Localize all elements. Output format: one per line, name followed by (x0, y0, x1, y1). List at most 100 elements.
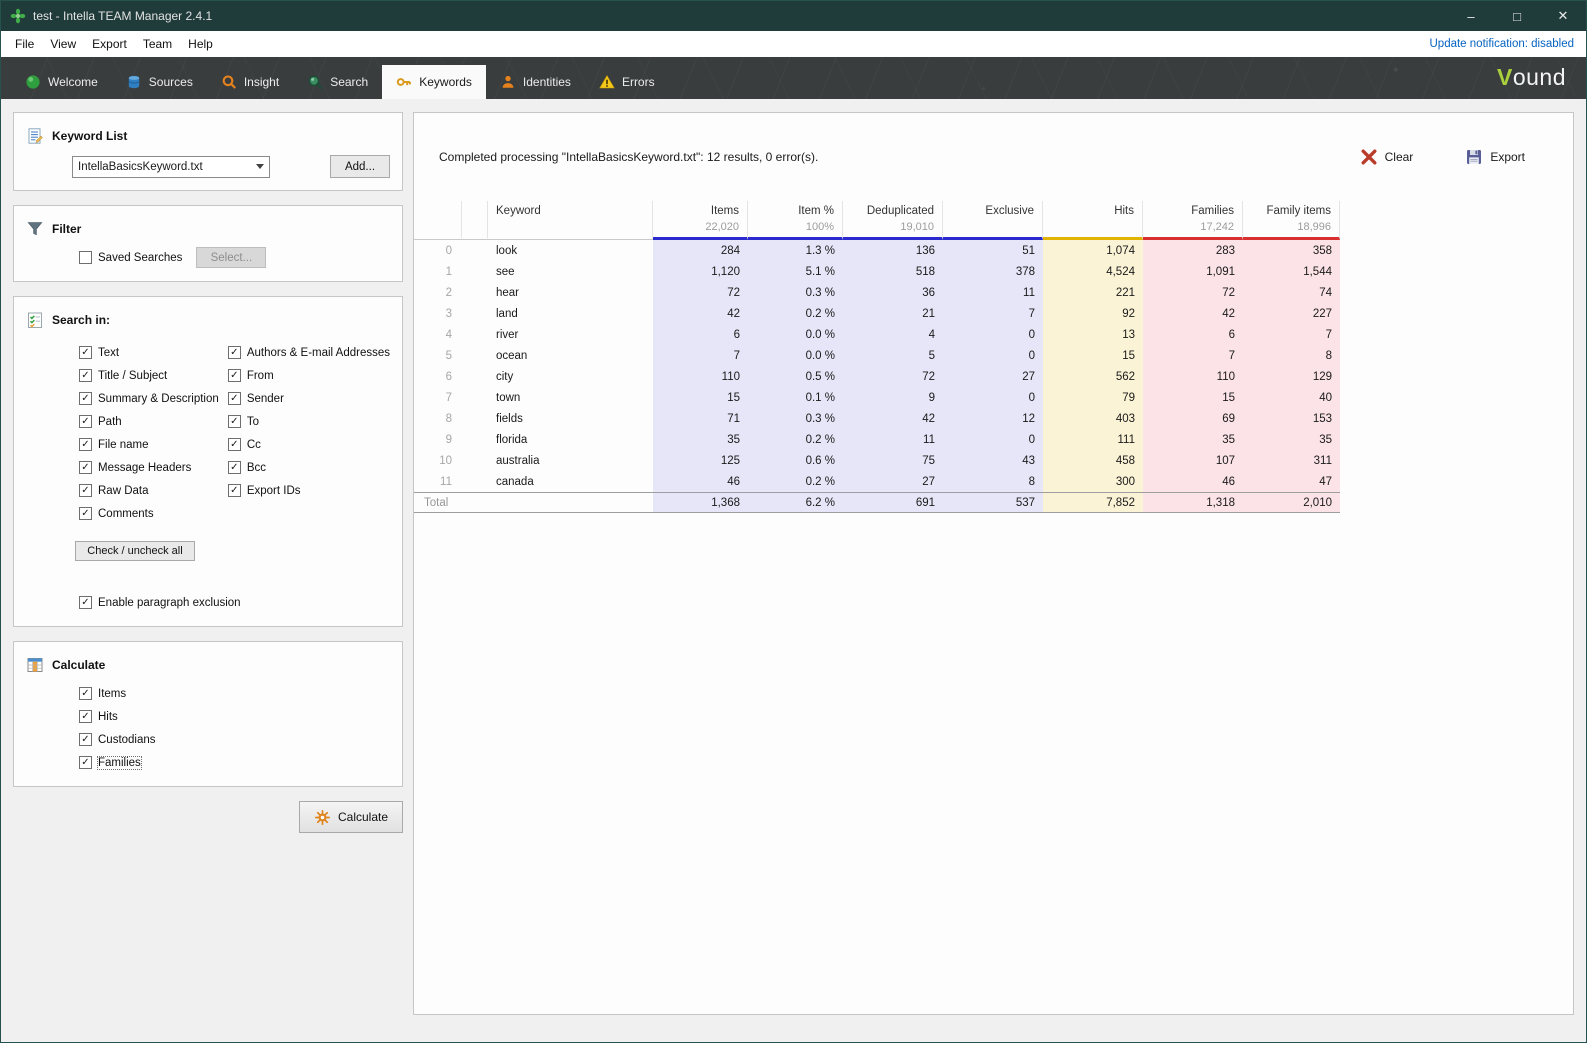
checkbox-comments[interactable]: ✓Comments (79, 502, 228, 525)
menu-file[interactable]: File (7, 33, 42, 55)
table-row-australia[interactable]: 10australia1250.6 %7543458107311 (414, 450, 1340, 471)
checkbox-box[interactable]: ✓ (79, 346, 92, 359)
table-row-fields[interactable]: 8fields710.3 %421240369153 (414, 408, 1340, 429)
cell-exclusive: 11 (943, 282, 1043, 303)
clear-icon (1360, 148, 1378, 166)
checkbox-summary-description[interactable]: ✓Summary & Description (79, 387, 228, 410)
tab-errors[interactable]: Errors (585, 65, 669, 99)
clear-button[interactable]: Clear (1360, 148, 1414, 166)
column-header-exclusive[interactable]: Exclusive (943, 201, 1043, 240)
check-uncheck-all-button[interactable]: Check / uncheck all (75, 541, 195, 561)
checkbox-path[interactable]: ✓Path (79, 410, 228, 433)
checkbox-to[interactable]: ✓To (228, 410, 390, 433)
checkbox-raw-data[interactable]: ✓Raw Data (79, 479, 228, 502)
calculate-button[interactable]: Calculate (299, 801, 403, 833)
checkbox-box[interactable]: ✓ (228, 438, 241, 451)
table-row-hear[interactable]: 2hear720.3 %36112217274 (414, 282, 1340, 303)
checkbox-box[interactable]: ✓ (228, 415, 241, 428)
checkbox-authors-e-mail-addresses[interactable]: ✓Authors & E-mail Addresses (228, 341, 390, 364)
table-row-river[interactable]: 4river60.0 %401367 (414, 324, 1340, 345)
checkbox-label: Custodians (98, 734, 156, 746)
table-row-city[interactable]: 6city1100.5 %7227562110129 (414, 366, 1340, 387)
menu-view[interactable]: View (42, 33, 84, 55)
cell-families: 72 (1143, 282, 1243, 303)
column-header-items[interactable]: Items22,020 (653, 201, 748, 240)
maximize-button[interactable]: □ (1494, 1, 1540, 31)
tab-welcome[interactable]: Welcome (11, 65, 112, 99)
tab-search[interactable]: Search (293, 65, 382, 99)
checkbox-families[interactable]: ✓ Families (79, 751, 390, 774)
checkbox-items[interactable]: ✓Items (79, 682, 390, 705)
menu-export[interactable]: Export (84, 33, 135, 55)
checkbox-text[interactable]: ✓Text (79, 341, 228, 364)
checkbox-label: Families (98, 757, 141, 769)
table-row-ocean[interactable]: 5ocean70.0 %501578 (414, 345, 1340, 366)
keyword-file-select[interactable]: IntellaBasicsKeyword.txt (72, 156, 270, 178)
table-row-land[interactable]: 3land420.2 %2179242227 (414, 303, 1340, 324)
checkbox-box[interactable]: ✓ (228, 346, 241, 359)
tab-keywords[interactable]: Keywords (382, 65, 486, 99)
row-spacer (462, 450, 488, 471)
checkbox-box[interactable]: ✓ (79, 756, 92, 769)
column-header-families[interactable]: Families17,242 (1143, 201, 1243, 240)
checkbox-enable-paragraph-exclusion[interactable]: ✓Enable paragraph exclusion (79, 591, 390, 614)
checkbox-box[interactable]: ✓ (79, 484, 92, 497)
checkbox-box[interactable]: ✓ (228, 484, 241, 497)
add-button[interactable]: Add... (330, 155, 390, 178)
checkbox-hits[interactable]: ✓Hits (79, 705, 390, 728)
cell-family-items: 227 (1243, 303, 1340, 324)
checkbox-box[interactable]: ✓ (79, 710, 92, 723)
keyword-list-icon (26, 127, 44, 145)
column-header-item[interactable]: Item %100% (748, 201, 843, 240)
menu-help[interactable]: Help (180, 33, 221, 55)
checkbox-export-ids[interactable]: ✓Export IDs (228, 479, 390, 502)
column-header-deduplicated[interactable]: Deduplicated19,010 (843, 201, 943, 240)
select-button[interactable]: Select... (196, 247, 266, 268)
column-header-family-items[interactable]: Family items18,996 (1243, 201, 1340, 240)
checkbox-message-headers[interactable]: ✓Message Headers (79, 456, 228, 479)
checkbox-cc[interactable]: ✓Cc (228, 433, 390, 456)
table-row-see[interactable]: 1see1,1205.1 %5183784,5241,0911,544 (414, 261, 1340, 282)
menu-team[interactable]: Team (135, 33, 180, 55)
column-header-keyword[interactable]: Keyword (488, 201, 653, 240)
checkbox-sender[interactable]: ✓Sender (228, 387, 390, 410)
checkbox-box[interactable]: ✓ (79, 392, 92, 405)
checkbox-box[interactable]: ✓ (79, 507, 92, 520)
checkbox-box[interactable] (79, 251, 92, 264)
checkbox-saved-searches[interactable]: Saved Searches (79, 246, 182, 269)
cell-keyword: town (488, 387, 653, 408)
checkbox-title-subject[interactable]: ✓Title / Subject (79, 364, 228, 387)
checkbox-box[interactable]: ✓ (79, 369, 92, 382)
checkbox-box[interactable]: ✓ (79, 438, 92, 451)
checkbox-file-name[interactable]: ✓File name (79, 433, 228, 456)
checkbox-box[interactable]: ✓ (79, 415, 92, 428)
update-notification-link[interactable]: Update notification: disabled (1430, 38, 1587, 50)
checkbox-box[interactable]: ✓ (228, 461, 241, 474)
tab-insight[interactable]: Insight (207, 65, 293, 99)
status-row: Completed processing "IntellaBasicsKeywo… (414, 113, 1573, 201)
tab-identities[interactable]: Identities (486, 65, 585, 99)
checkbox-box[interactable]: ✓ (228, 392, 241, 405)
checkbox-box[interactable]: ✓ (79, 461, 92, 474)
cell-exclusive: 51 (943, 240, 1043, 261)
checkbox-box[interactable]: ✓ (79, 687, 92, 700)
checkbox-box[interactable]: ✓ (228, 369, 241, 382)
tab-sources[interactable]: Sources (112, 65, 207, 99)
combo-dropdown-arrow-icon[interactable] (251, 157, 269, 177)
cell-item: 0.5 % (748, 366, 843, 387)
total-item: 6.2 % (748, 492, 843, 513)
export-button[interactable]: Export (1465, 148, 1525, 166)
checkbox-from[interactable]: ✓From (228, 364, 390, 387)
table-row-florida[interactable]: 9florida350.2 %1101113535 (414, 429, 1340, 450)
checkbox-bcc[interactable]: ✓Bcc (228, 456, 390, 479)
column-header-hits[interactable]: Hits (1043, 201, 1143, 240)
table-row-look[interactable]: 0look2841.3 %136511,074283358 (414, 240, 1340, 261)
checkbox-box[interactable]: ✓ (79, 596, 92, 609)
minimize-button[interactable]: – (1448, 1, 1494, 31)
checkbox-custodians[interactable]: ✓ Custodians (79, 728, 390, 751)
close-button[interactable]: ✕ (1540, 1, 1586, 31)
cell-deduplicated: 5 (843, 345, 943, 366)
table-row-town[interactable]: 7town150.1 %90791540 (414, 387, 1340, 408)
table-row-canada[interactable]: 11canada460.2 %2783004647 (414, 471, 1340, 492)
checkbox-box[interactable]: ✓ (79, 733, 92, 746)
